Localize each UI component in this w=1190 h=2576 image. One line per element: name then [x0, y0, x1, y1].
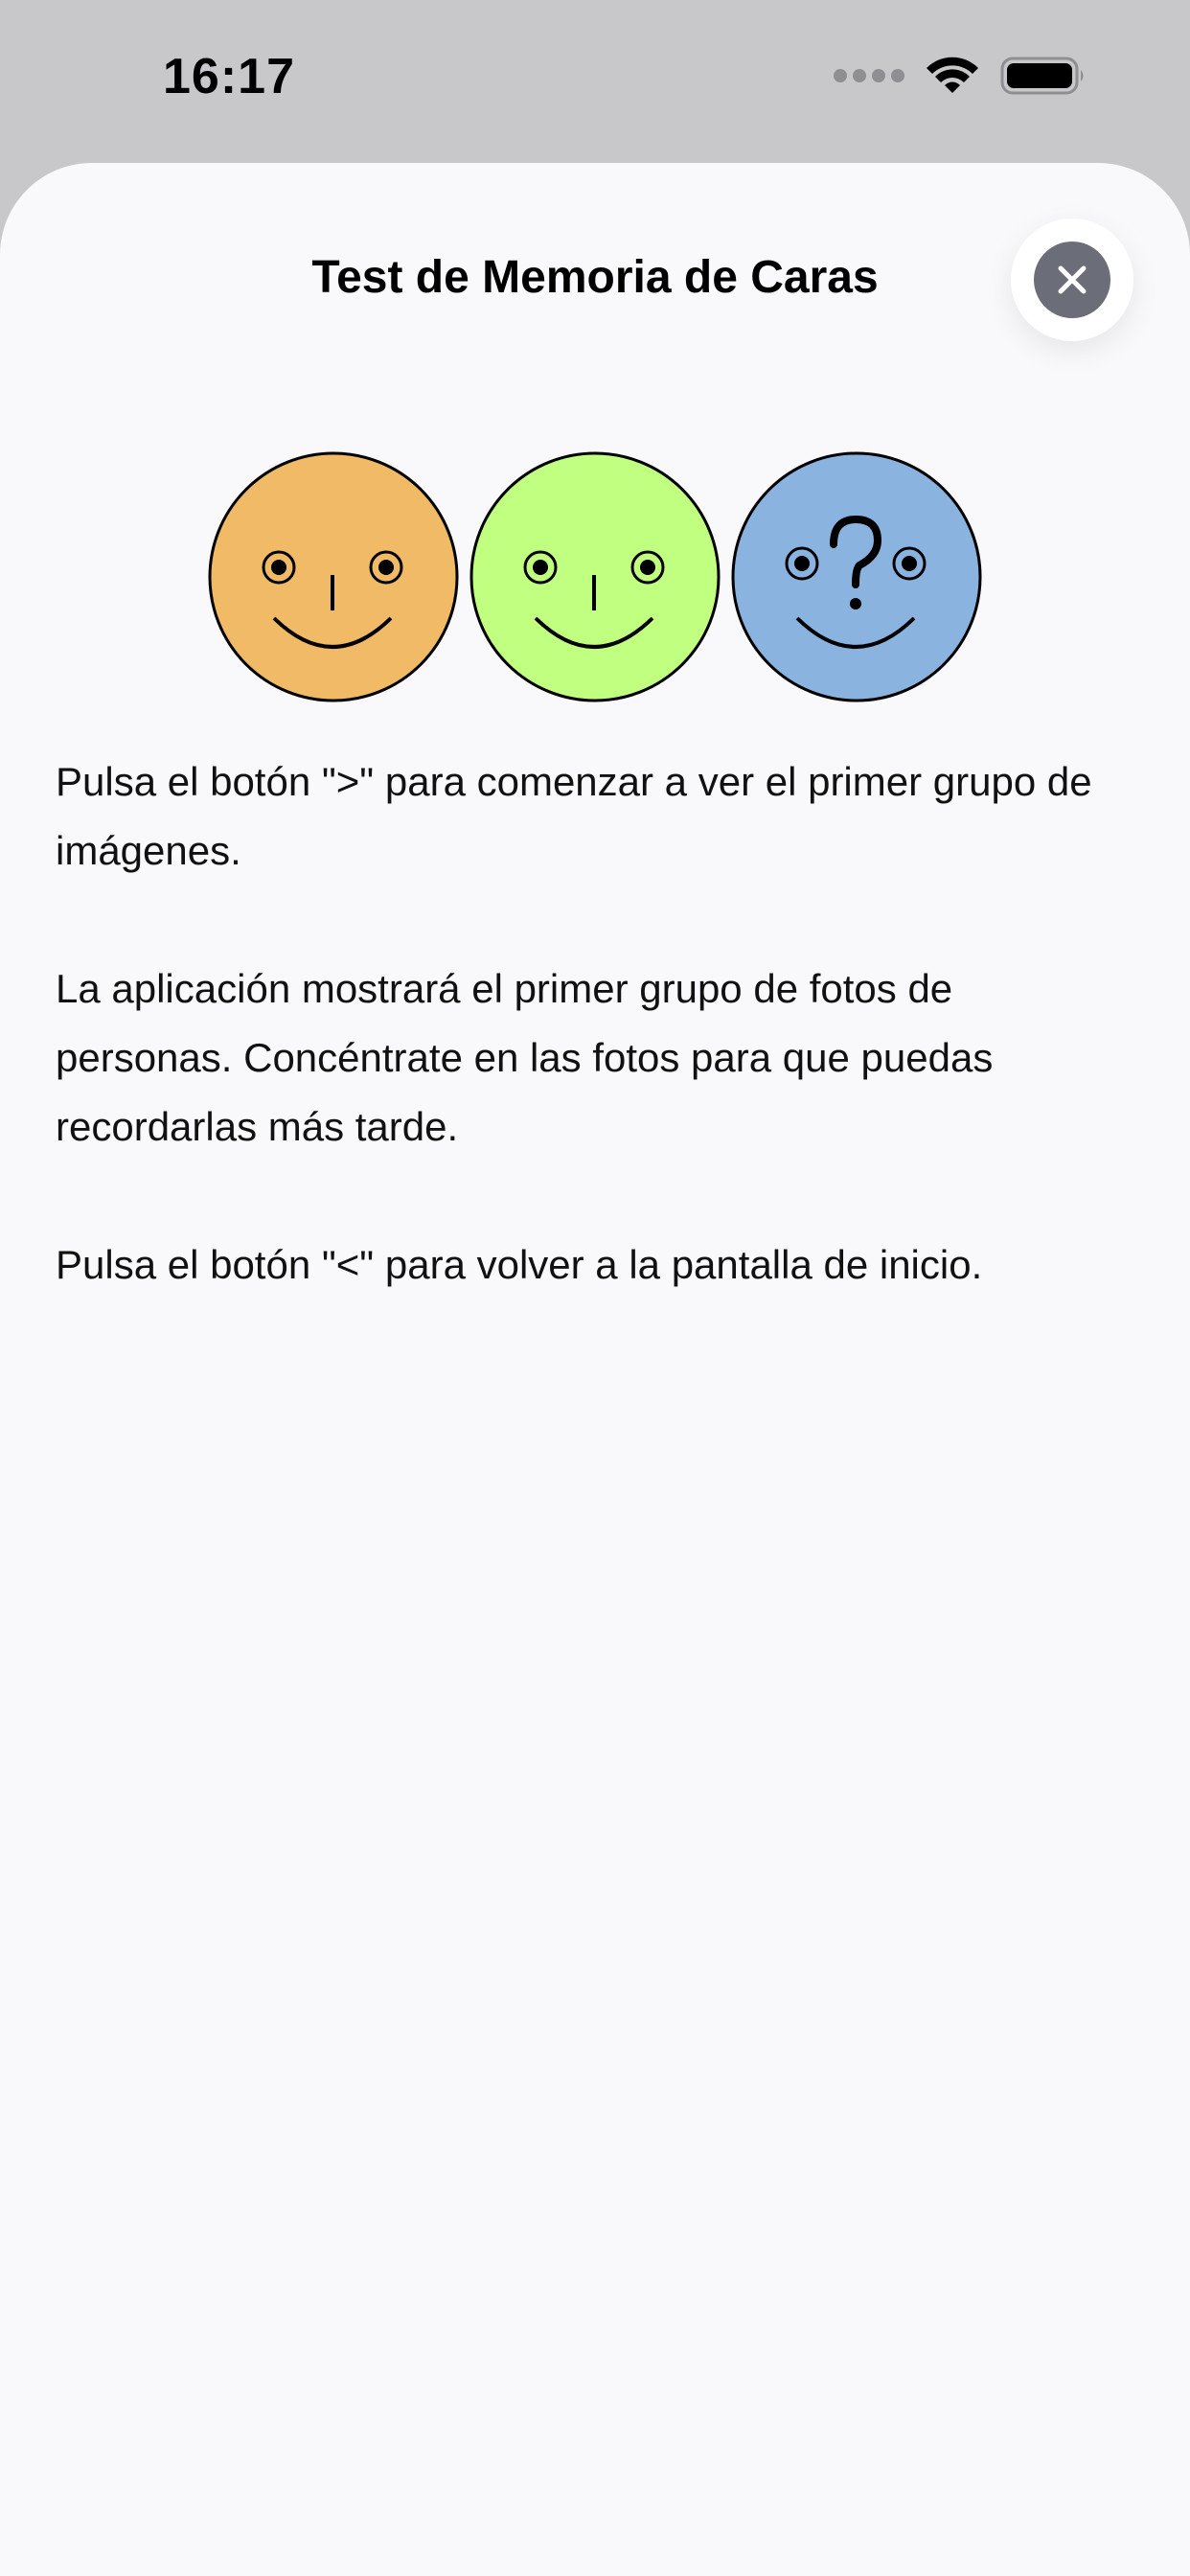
instruction-paragraph: Pulsa el botón "<" para volver a la pant…	[56, 1242, 983, 1287]
blue-face-icon	[731, 451, 982, 702]
instruction-paragraph: La aplicación mostrará el primer grupo d…	[56, 966, 994, 1149]
modal-sheet: Test de Memoria de Caras Pulsa el botón …	[0, 163, 1190, 2576]
faces-illustration	[0, 450, 1190, 719]
green-face-icon	[469, 451, 721, 702]
signal-icon	[834, 69, 904, 82]
instructions-text: Pulsa el botón ">" para comenzar a ver e…	[56, 748, 1129, 1368]
status-time: 16:17	[163, 49, 295, 104]
status-bar: 16:17	[0, 0, 1190, 163]
status-icons	[834, 56, 1087, 96]
close-button[interactable]	[1011, 218, 1133, 341]
orange-face-icon	[208, 451, 459, 702]
close-icon[interactable]	[1034, 242, 1110, 318]
wifi-icon	[927, 57, 978, 93]
battery-icon	[1000, 57, 1084, 95]
instruction-paragraph: Pulsa el botón ">" para comenzar a ver e…	[56, 759, 1092, 873]
